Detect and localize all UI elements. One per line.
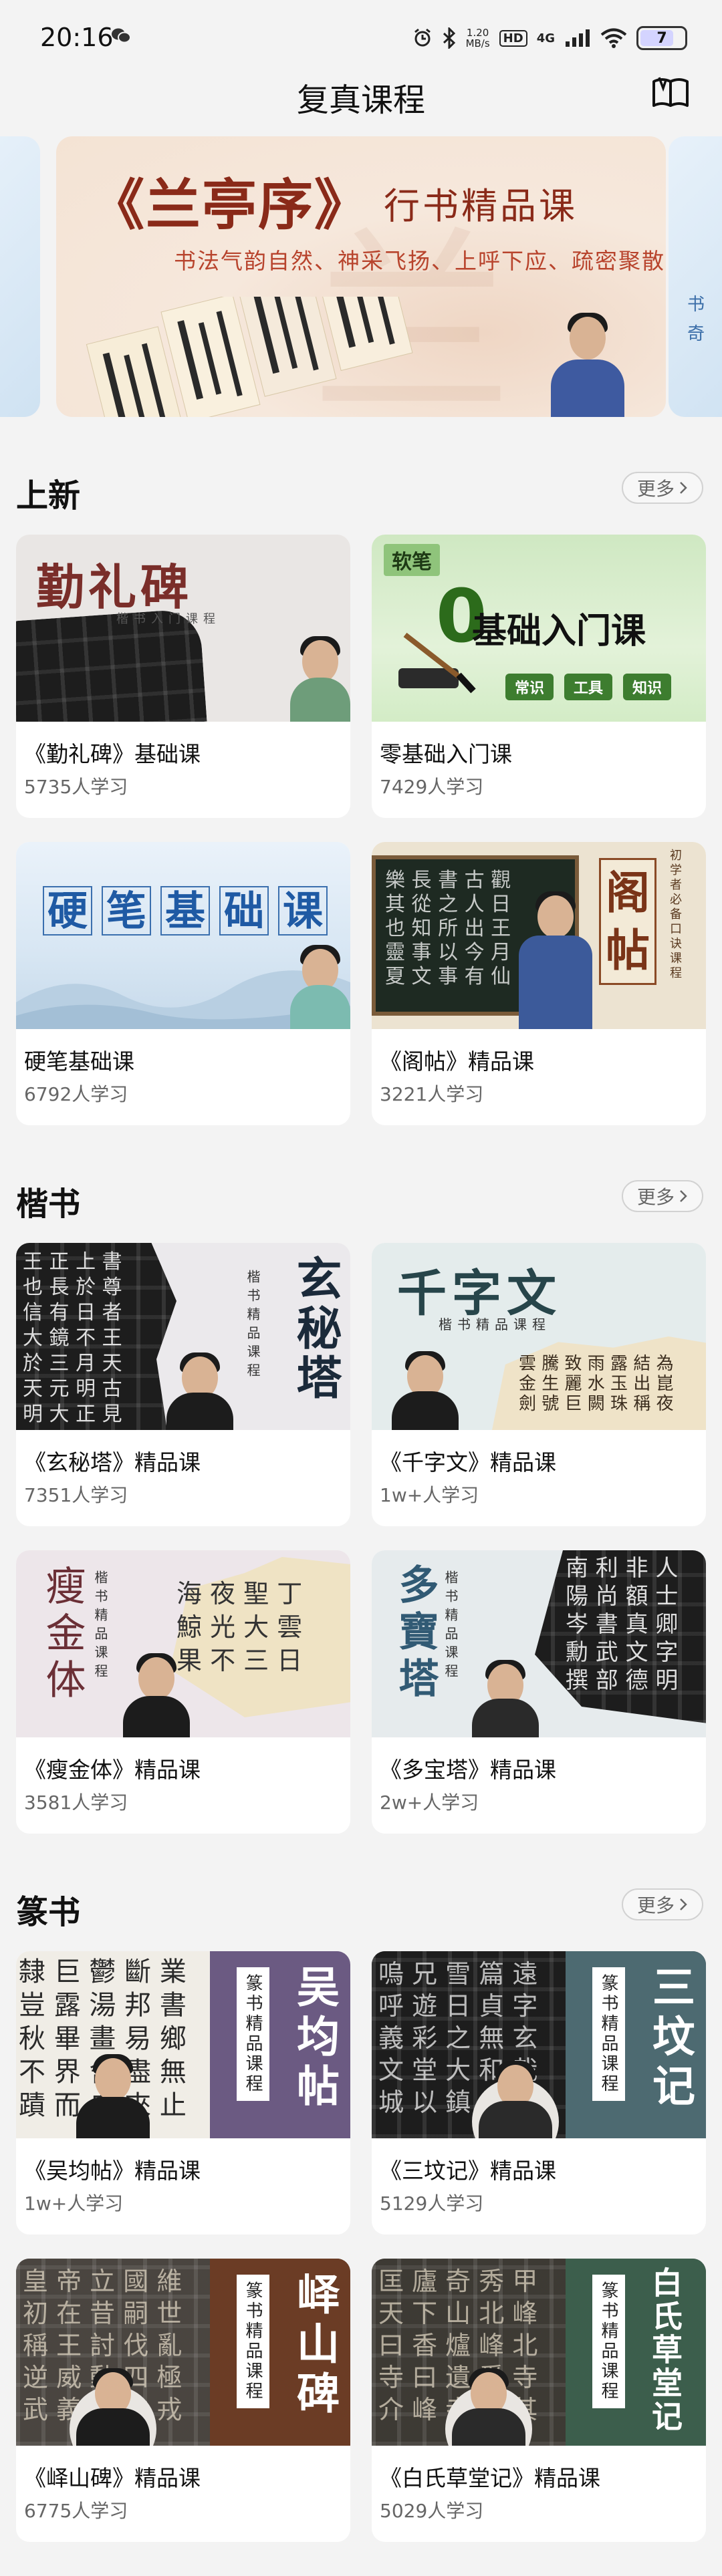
instructor-photo bbox=[166, 1352, 233, 1430]
signal-bars-icon bbox=[566, 29, 590, 47]
course-title: 《玄秘塔》精品课 bbox=[24, 1449, 201, 1475]
course-thumbnail: 勤礼碑 楷书入门课程 bbox=[16, 535, 350, 722]
learner-count: 7351人学习 bbox=[24, 1484, 128, 1506]
alarm-icon bbox=[414, 28, 431, 47]
course-card[interactable]: 王 正 上 書也 長 於 尊信 有 日 者大 鏡 不 王於 三 月 天天 元 明… bbox=[16, 1243, 350, 1526]
course-title: 零基础入门课 bbox=[380, 741, 512, 767]
page-title: 复真课程 bbox=[296, 82, 425, 119]
topic-tags: 常识 工具 知识 bbox=[505, 674, 672, 700]
manuscript-scroll-illustration bbox=[86, 297, 413, 417]
course-title: 《瘦金体》精品课 bbox=[24, 1757, 201, 1783]
course-thumbnail: 硬 笔 基 础 课 bbox=[16, 842, 350, 1029]
course-thumbnail: 软笔 0 基础入门课 常识 工具 知识 bbox=[372, 535, 706, 722]
course-title: 《峄山碑》精品课 bbox=[24, 2465, 201, 2491]
learner-count: 6775人学习 bbox=[24, 2500, 128, 2522]
status-icons: 1.20 MB/s HD 4G 7 bbox=[412, 21, 687, 55]
more-button-new[interactable]: 更多 bbox=[622, 472, 703, 504]
banner-slide[interactable]: 兰 《兰亭序》 行书精品课 书法气韵自然、神采飞扬、上呼下应、疏密聚散 bbox=[56, 136, 666, 417]
course-card[interactable]: 多寶塔 楷书精品课程 南 利 非 人陽 尚 額 士岑 書 真 卿勳 武 文 字撰… bbox=[372, 1550, 706, 1834]
learner-count: 3581人学习 bbox=[24, 1792, 128, 1814]
chevron-right-icon bbox=[680, 482, 687, 494]
learner-count: 1w+人学习 bbox=[24, 2192, 124, 2214]
learner-count: 2w+人学习 bbox=[380, 1792, 479, 1814]
course-card[interactable]: 勤礼碑 楷书入门课程 《勤礼碑》基础课 5735人学习 bbox=[16, 535, 350, 818]
course-card[interactable]: 千字文 楷书精品课程 雲 騰 致 雨 露 結 為金 生 麗 水 玉 出 崑劍 號… bbox=[372, 1243, 706, 1526]
banner-title: 《兰亭序》 bbox=[90, 173, 371, 237]
course-card[interactable]: 隸 巨 鬱 斷 業豈 露 湯 邦 書秋 畢 畫 易 鄉不 界 舍 盡 無蹟 而 … bbox=[16, 1951, 350, 2235]
status-bar: 20:16 1.20 MB/s HD 4G 7 bbox=[0, 0, 722, 78]
hd-icon: HD bbox=[499, 29, 527, 47]
instructor-photo bbox=[479, 2061, 552, 2138]
instructor-photo bbox=[290, 636, 350, 722]
status-time: 20:16 bbox=[40, 23, 114, 52]
course-card[interactable]: 匡 廬 奇 秀 甲天 下 山 北 峰曰 香 爐 峰 北寺 曰 遺 愛 寺介 峰 … bbox=[372, 2259, 706, 2542]
instructor-photo bbox=[472, 1660, 539, 1737]
instructor-photo bbox=[392, 1351, 459, 1430]
instructor-photo bbox=[519, 891, 592, 1029]
course-title: 《多宝塔》精品课 bbox=[380, 1757, 556, 1783]
course-title: 《吴均帖》精品课 bbox=[24, 2158, 201, 2184]
more-button-zhuanshu[interactable]: 更多 bbox=[622, 1888, 703, 1920]
course-thumbnail: 皇 帝 立 國 維初 在 昔 嗣 世稱 王 討 伐 亂逆 威 動 四 極武 義 … bbox=[16, 2259, 350, 2446]
course-title: 《三坟记》精品课 bbox=[380, 2158, 556, 2184]
instructor-photo bbox=[551, 313, 624, 417]
banner-carousel[interactable]: 兰 《兰亭序》 行书精品课 书法气韵自然、神采飞扬、上呼下应、疏密聚散 书 奇 bbox=[0, 136, 722, 417]
learner-count: 3221人学习 bbox=[380, 1083, 484, 1105]
course-card[interactable]: 樂 長 書 古 觀其 從 之 人 日也 知 所 出 王靈 事 以 今 月夏 文 … bbox=[372, 842, 706, 1125]
banner-next-slide[interactable]: 书 奇 bbox=[669, 136, 722, 417]
course-thumbnail: 王 正 上 書也 長 於 尊信 有 日 者大 鏡 不 王於 三 月 天天 元 明… bbox=[16, 1243, 350, 1430]
course-thumbnail: 千字文 楷书精品课程 雲 騰 致 雨 露 結 為金 生 麗 水 玉 出 崑劍 號… bbox=[372, 1243, 706, 1430]
learner-count: 1w+人学习 bbox=[380, 1484, 479, 1506]
network-speed: 1.20 MB/s bbox=[465, 27, 490, 49]
instructor-photo bbox=[123, 1653, 190, 1737]
learner-count: 5129人学习 bbox=[380, 2192, 484, 2214]
learner-count: 7429人学习 bbox=[380, 776, 484, 798]
course-card[interactable]: 瘦金体 楷书精品课程 海 夜 聖 丁鯨 光 大 雲果 不 三 日 《瘦金体》精品… bbox=[16, 1550, 350, 1834]
brush-and-inkstone-illustration bbox=[398, 632, 476, 694]
course-card[interactable]: 皇 帝 立 國 維初 在 昔 嗣 世稱 王 討 伐 亂逆 威 動 四 極武 義 … bbox=[16, 2259, 350, 2542]
signal-4g-icon: 4G bbox=[536, 31, 555, 45]
course-thumbnail: 嗚 兄 雪 篇 遠呼 遊 日 貞 字義 彩 之 無 玄文 堂 大 和 哉城 以 … bbox=[372, 1951, 706, 2138]
open-book-icon[interactable] bbox=[650, 75, 691, 111]
chevron-right-icon bbox=[680, 1190, 687, 1202]
instructor-photo bbox=[290, 945, 350, 1029]
course-card[interactable]: 软笔 0 基础入门课 常识 工具 知识 零基础入门课 7429人学习 bbox=[372, 535, 706, 818]
course-thumbnail: 匡 廬 奇 秀 甲天 下 山 北 峰曰 香 爐 峰 北寺 曰 遺 愛 寺介 峰 … bbox=[372, 2259, 706, 2446]
course-thumbnail: 隸 巨 鬱 斷 業豈 露 湯 邦 書秋 畢 畫 易 鄉不 界 舍 盡 無蹟 而 … bbox=[16, 1951, 350, 2138]
course-thumbnail: 瘦金体 楷书精品课程 海 夜 聖 丁鯨 光 大 雲果 不 三 日 bbox=[16, 1550, 350, 1737]
battery-icon: 7 bbox=[636, 26, 687, 50]
course-card[interactable]: 硬 笔 基 础 课 硬笔基础课 6792人学习 bbox=[16, 842, 350, 1125]
course-thumbnail: 多寶塔 楷书精品课程 南 利 非 人陽 尚 額 士岑 書 真 卿勳 武 文 字撰… bbox=[372, 1550, 706, 1737]
banner-badge: 行书精品课 bbox=[384, 185, 578, 227]
page-header: 复真课程 bbox=[0, 67, 722, 119]
course-thumbnail: 樂 長 書 古 觀其 從 之 人 日也 知 所 出 王靈 事 以 今 月夏 文 … bbox=[372, 842, 706, 1029]
more-button-kaishu[interactable]: 更多 bbox=[622, 1180, 703, 1212]
course-title: 《勤礼碑》基础课 bbox=[24, 741, 201, 767]
course-title: 《白氏草堂记》精品课 bbox=[380, 2465, 600, 2491]
instructor-photo bbox=[76, 2054, 150, 2138]
instructor-photo bbox=[452, 2368, 525, 2446]
section-title-kaishu: 楷书 bbox=[16, 1185, 81, 1223]
learner-count: 5735人学习 bbox=[24, 776, 128, 798]
wechat-icon bbox=[112, 28, 131, 43]
section-title-zhuanshu: 篆书 bbox=[16, 1894, 81, 1931]
bluetooth-icon bbox=[443, 27, 455, 49]
chevron-right-icon bbox=[680, 1898, 687, 1910]
instructor-photo bbox=[76, 2368, 150, 2446]
learner-count: 6792人学习 bbox=[24, 1083, 128, 1105]
course-title: 《阁帖》精品课 bbox=[380, 1048, 534, 1075]
course-title: 《千字文》精品课 bbox=[380, 1449, 556, 1475]
learner-count: 5029人学习 bbox=[380, 2500, 484, 2522]
course-card[interactable]: 嗚 兄 雪 篇 遠呼 遊 日 貞 字義 彩 之 無 玄文 堂 大 和 哉城 以 … bbox=[372, 1951, 706, 2235]
art-title: 硬 笔 基 础 课 bbox=[43, 886, 328, 936]
banner-subtitle: 书法气韵自然、神采飞扬、上呼下应、疏密聚散 bbox=[174, 248, 665, 274]
banner-prev-slide[interactable] bbox=[0, 136, 40, 417]
course-title: 硬笔基础课 bbox=[24, 1048, 134, 1075]
section-title-new: 上新 bbox=[16, 477, 81, 515]
wifi-icon bbox=[600, 28, 627, 48]
